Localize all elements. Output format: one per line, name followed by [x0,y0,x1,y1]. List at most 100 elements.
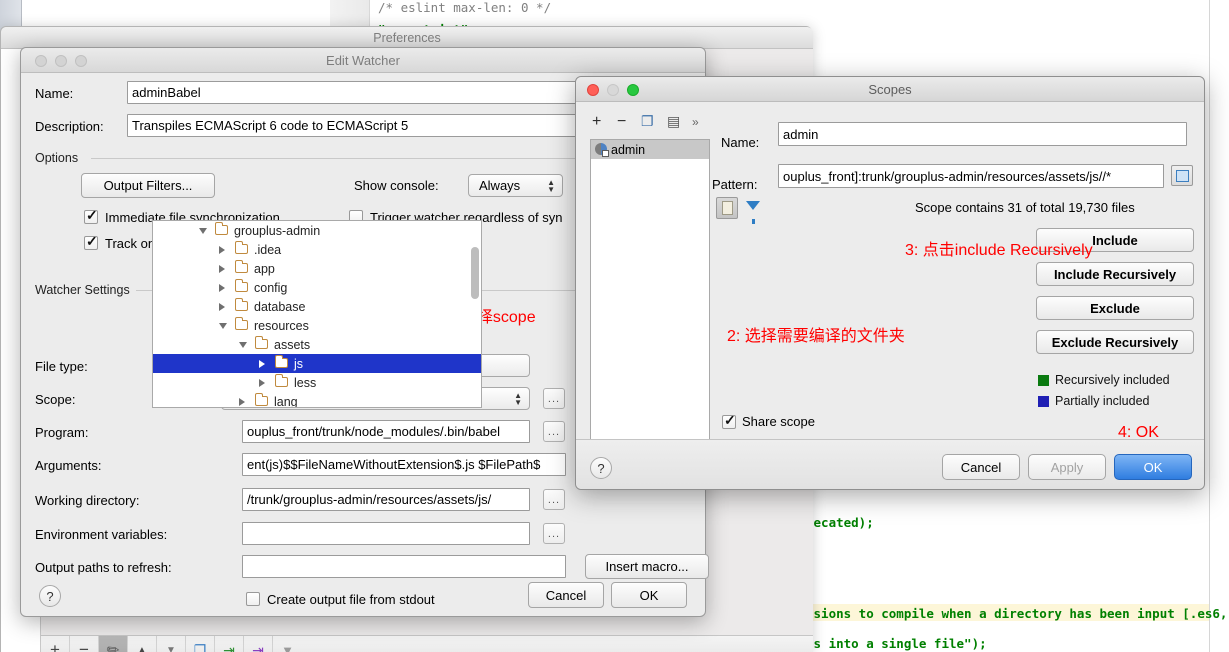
chevron-right-icon[interactable] [259,360,265,368]
tree-row[interactable]: grouplus-admin [153,221,481,240]
annotation-step-4: 4: OK [1118,424,1159,442]
scope-icon [595,143,608,156]
scope-browse-button[interactable]: ... [543,388,565,409]
pattern-insert-button[interactable] [1171,165,1193,186]
output-paths-label: Output paths to refresh: [35,560,172,575]
tree-row[interactable]: resources [153,316,481,335]
edit-watcher-title: Edit Watcher [21,48,705,73]
triangle-up-icon: ▲ [137,645,147,652]
chevron-right-icon[interactable] [259,379,265,387]
cancel-button[interactable]: Cancel [528,582,604,608]
name-label: Name: [35,86,73,101]
output-paths-input[interactable] [242,555,566,578]
filter-icon[interactable] [746,201,760,210]
scope-list[interactable]: admin [590,139,710,489]
show-files-toggle-button[interactable] [716,197,738,219]
chevron-down-icon[interactable] [199,228,207,234]
ok-button[interactable]: OK [611,582,687,608]
working-directory-input[interactable]: /trunk/grouplus-admin/resources/assets/j… [242,488,530,511]
tree-label: assets [274,338,310,352]
scope-pattern-input[interactable]: ouplus_front]:trunk/grouplus-admin/resou… [778,164,1164,188]
scopes-cancel-button[interactable]: Cancel [942,454,1020,480]
scopes-close-button[interactable] [587,84,599,96]
share-scope-checkbox[interactable] [722,415,736,429]
add-watcher-button[interactable]: + [41,636,70,652]
tree-row[interactable]: database [153,297,481,316]
tree-row[interactable]: config [153,278,481,297]
window-zoom-button[interactable] [75,55,87,67]
chevron-right-icon[interactable] [219,284,225,292]
filter-watcher-button[interactable]: ▼ [273,636,302,652]
working-directory-browse-button[interactable]: ... [543,489,565,510]
tree-row[interactable]: lang [153,392,481,408]
exclude-recursively-button[interactable]: Exclude Recursively [1036,330,1194,354]
folder-icon [255,339,268,349]
pattern-insert-icon [1176,170,1189,182]
scopes-help-button[interactable]: ? [590,457,612,479]
show-console-select[interactable]: Always ▲▼ [468,174,563,197]
tree-row[interactable]: .idea [153,240,481,259]
copy-watcher-button[interactable]: ❐ [186,636,215,652]
tree-row[interactable]: assets [153,335,481,354]
chevron-down-icon[interactable] [219,323,227,329]
move-up-button[interactable]: ▲ [128,636,157,652]
tree-row[interactable]: app [153,259,481,278]
window-minimize-button[interactable] [55,55,67,67]
output-filters-button[interactable]: Output Filters... [81,173,215,198]
environment-variables-browse-button[interactable]: ... [543,523,565,544]
arguments-input[interactable]: ent(js)$$FileNameWithoutExtension$.js $F… [242,453,566,476]
scopes-footer: ? Cancel Apply OK [576,439,1204,489]
remove-scope-icon[interactable]: − [617,113,626,131]
chevron-right-icon[interactable] [219,246,225,254]
more-scope-icon[interactable]: » [692,115,699,129]
chevron-right-icon[interactable] [219,265,225,273]
document-icon [722,201,733,215]
export-watcher-button[interactable]: ⇥ [244,636,273,652]
tree-row[interactable]: js [153,354,481,373]
include-recursively-button[interactable]: Include Recursively [1036,262,1194,286]
folder-icon [255,396,268,406]
add-scope-icon[interactable]: + [592,113,601,131]
track-root-checkbox[interactable] [84,236,98,250]
remove-watcher-button[interactable]: − [70,636,99,652]
chevron-down-icon[interactable] [239,342,247,348]
scopes-ok-button[interactable]: OK [1114,454,1192,480]
scopes-title: Scopes [576,77,1204,102]
tree-row[interactable]: less [153,373,481,392]
move-down-button[interactable]: ▼ [157,636,186,652]
edit-watcher-button[interactable]: ✎ [99,636,128,652]
program-input[interactable]: ouplus_front/trunk/node_modules/.bin/bab… [242,420,530,443]
watchers-toolbar[interactable]: + − ✎ ▲ ▼ ❐ ⇥ [41,635,813,652]
program-label: Program: [35,425,88,440]
program-browse-button[interactable]: ... [543,421,565,442]
folder-icon [275,377,288,387]
folder-icon [235,263,248,273]
exclude-button[interactable]: Exclude [1036,296,1194,320]
copy-scope-icon[interactable]: ❐ [641,113,654,130]
code-line-eslint: /* eslint max-len: 0 */ [378,0,551,15]
window-close-button[interactable] [35,55,47,67]
stepper-arrows-icon: ▲▼ [547,179,555,193]
create-output-checkbox[interactable] [246,592,260,606]
immediate-sync-checkbox[interactable] [84,210,98,224]
scopes-apply-button[interactable]: Apply [1028,454,1106,480]
tree-label: app [254,262,275,276]
environment-variables-input[interactable] [242,522,530,545]
scope-contains-text: Scope contains 31 of total 19,730 files [915,200,1135,215]
tree-scrollbar[interactable] [471,247,479,299]
tree-label: js [294,357,303,371]
help-button[interactable]: ? [39,585,61,607]
legend-partial-label: Partially included [1055,394,1150,408]
insert-macro-button[interactable]: Insert macro... [585,554,709,579]
chevron-right-icon[interactable] [219,303,225,311]
export-arrow-icon: ⇥ [252,642,264,652]
scopes-minimize-button[interactable] [607,84,619,96]
scope-name-input[interactable]: admin [778,122,1187,146]
chevron-right-icon[interactable] [239,398,245,406]
scope-list-item[interactable]: admin [591,140,709,159]
save-scope-icon[interactable]: ▤ [667,113,680,130]
project-file-tree[interactable]: grouplus-admin .idea app config database… [152,220,482,408]
scopes-zoom-button[interactable] [627,84,639,96]
import-watcher-button[interactable]: ⇥ [215,636,244,652]
scope-list-item-label: admin [611,143,645,157]
